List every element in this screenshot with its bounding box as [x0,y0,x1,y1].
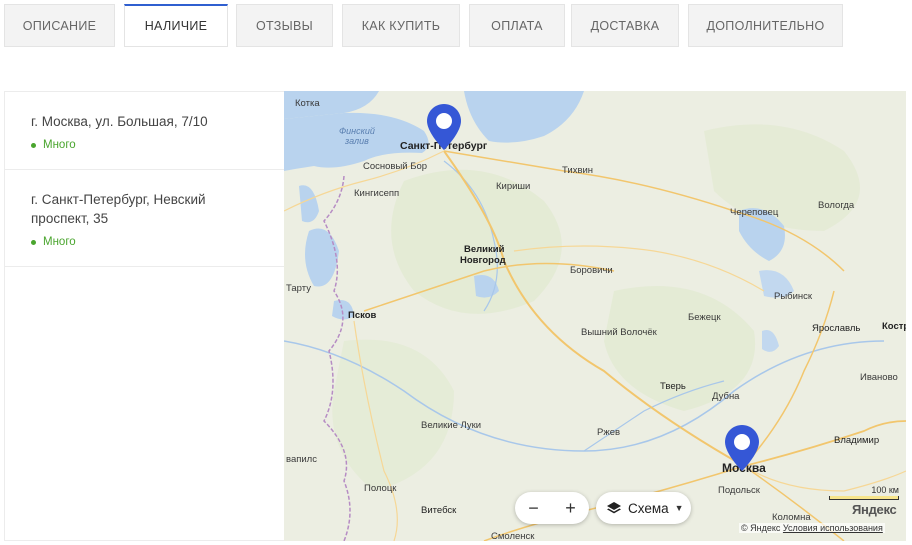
water-label: Финский залив [339,126,375,146]
city-label: Подольск [718,485,760,496]
yandex-logo: Яндекс [852,502,897,517]
store-item[interactable]: г. Санкт-Петербург, Невский проспект, 35… [5,170,284,267]
map-copyright: © Яндекс Условия использования [739,523,885,533]
city-label: Бежецк [688,312,721,323]
city-label: Вологда [818,200,855,211]
city-label: Ржев [597,427,621,438]
city-label: Тарту [286,283,311,294]
store-item[interactable]: г. Москва, ул. Большая, 7/10 Много [5,92,284,170]
city-label: Владимир [834,435,880,446]
scale-label: 100 км [871,485,899,495]
terms-link[interactable]: Условия использования [783,523,883,533]
city-label: Ярославль [812,323,861,334]
city-label: Рыбинск [774,291,813,302]
tab-payment[interactable]: ОПЛАТА [469,4,565,47]
store-location-pin-icon[interactable] [426,103,462,151]
stock-status: Много [31,236,258,248]
city-label: Кириши [496,181,531,192]
city-label: Кингисепп [354,188,400,199]
stock-label: Много [43,236,76,248]
scale-bar [829,496,899,500]
city-label: Новгород [460,255,506,266]
stock-dot-icon [31,142,36,148]
city-label: Череповец [730,207,779,218]
city-label: Боровичи [570,265,613,276]
map-type-label: Схема [628,500,669,516]
zoom-in-button[interactable]: + [552,492,589,524]
city-label: Вышний Волочёк [581,327,657,338]
map-scale: 100 км [829,485,899,500]
store-address: г. Москва, ул. Большая, 7/10 [31,114,208,129]
city-label: Великие Луки [421,420,482,431]
city-label: Иваново [860,372,898,383]
city-label: Дубна [712,391,740,402]
city-label: Псков [348,310,377,321]
city-label: вапилс [286,454,317,465]
store-list: г. Москва, ул. Большая, 7/10 Много г. Са… [4,91,284,541]
layers-icon [607,502,621,514]
city-label: Костр [882,321,906,332]
city-label: Тихвин [562,165,594,176]
city-label: Котка [295,98,320,109]
tab-reviews[interactable]: ОТЗЫВЫ [236,4,333,47]
zoom-out-button[interactable]: − [515,492,552,524]
tab-availability[interactable]: НАЛИЧИЕ [124,4,228,47]
chevron-down-icon: ▼ [674,503,684,513]
stock-label: Много [43,139,76,151]
city-label: Великий [464,244,505,255]
store-address: г. Санкт-Петербург, Невский проспект, 35 [31,192,206,226]
map[interactable]: Котка Финскийзалив Санкт-Петербург Сосно… [284,91,906,541]
store-location-pin-icon[interactable] [724,424,760,472]
city-label: Витебск [421,505,457,516]
city-label: Тверь [660,381,686,392]
map-type-button[interactable]: Схема ▼ [596,492,691,524]
stock-status: Много [31,139,258,151]
city-label: Смоленск [491,531,535,541]
city-label: Полоцк [364,483,397,494]
map-terrain [284,91,906,541]
city-label: Сосновый Бор [363,161,428,172]
zoom-control: − + [515,492,589,524]
tab-delivery[interactable]: ДОСТАВКА [571,4,679,47]
tab-description[interactable]: ОПИСАНИЕ [4,4,115,47]
tab-additional[interactable]: ДОПОЛНИТЕЛЬНО [688,4,843,47]
city-label: Коломна [772,512,811,523]
stock-dot-icon [31,239,36,245]
tab-how-to-buy[interactable]: КАК КУПИТЬ [342,4,460,47]
